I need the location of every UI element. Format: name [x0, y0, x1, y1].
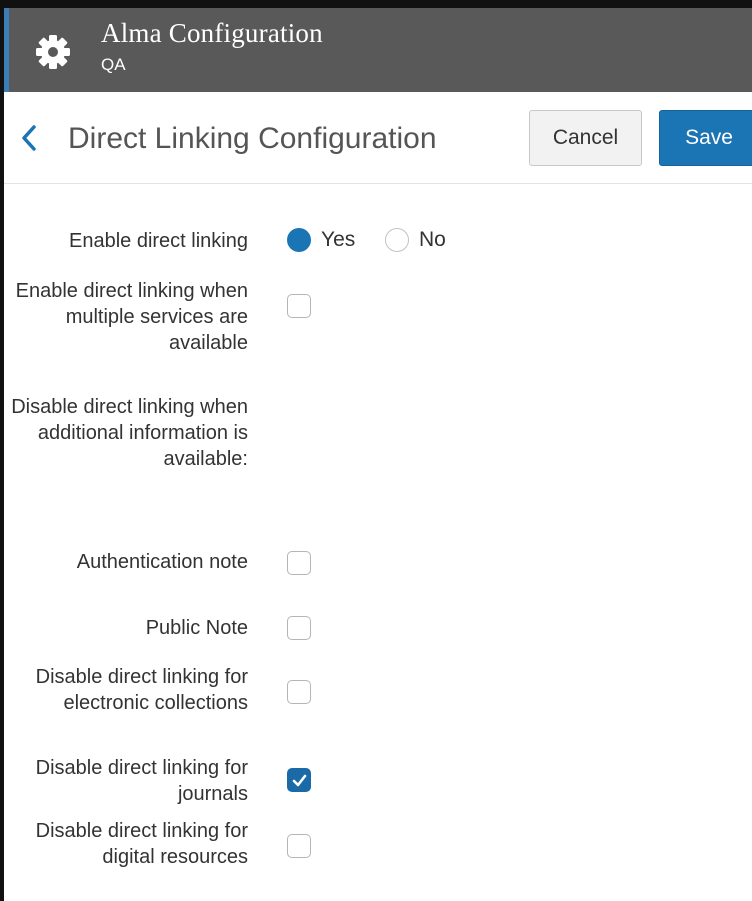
electronic-collections-checkbox[interactable]	[287, 680, 311, 704]
radio-no[interactable]	[385, 228, 409, 252]
radio-no-label: No	[419, 228, 446, 251]
digital-resources-checkbox[interactable]	[287, 834, 311, 858]
save-button[interactable]: Save	[659, 110, 752, 166]
enable-direct-linking-radio-group: Yes No	[287, 228, 487, 254]
electronic-collections-label: Disable direct linking for electronic co…	[35, 666, 248, 714]
gear-icon[interactable]	[33, 32, 73, 72]
radio-yes[interactable]	[287, 228, 311, 252]
authentication-note-label: Authentication note	[76, 551, 248, 573]
cancel-button[interactable]: Cancel	[529, 110, 642, 166]
authentication-note-checkbox[interactable]	[287, 551, 311, 575]
checkmark-icon	[292, 774, 307, 787]
multiple-services-label: Enable direct linking when multiple serv…	[15, 280, 248, 354]
app-frame: Alma Configuration QA Direct Linking Con…	[0, 0, 752, 901]
public-note-label: Public Note	[145, 617, 248, 639]
public-note-checkbox[interactable]	[287, 616, 311, 640]
chevron-left-icon[interactable]	[18, 122, 40, 154]
journals-checkbox[interactable]	[287, 768, 311, 792]
multiple-services-checkbox[interactable]	[287, 294, 311, 318]
app-title: Alma Configuration	[101, 18, 323, 48]
page-title: Direct Linking Configuration	[68, 122, 437, 155]
radio-yes-label: Yes	[321, 228, 356, 251]
page-title-bar: Direct Linking Configuration Cancel Save	[4, 92, 752, 184]
enable-direct-linking-label: Enable direct linking	[69, 230, 248, 252]
app-header: Alma Configuration QA	[4, 8, 752, 92]
app-subtitle: QA	[101, 55, 126, 74]
additional-info-heading: Disable direct linking when additional i…	[11, 396, 248, 470]
journals-label: Disable direct linking for journals	[35, 757, 248, 805]
digital-resources-label: Disable direct linking for digital resou…	[35, 820, 248, 868]
